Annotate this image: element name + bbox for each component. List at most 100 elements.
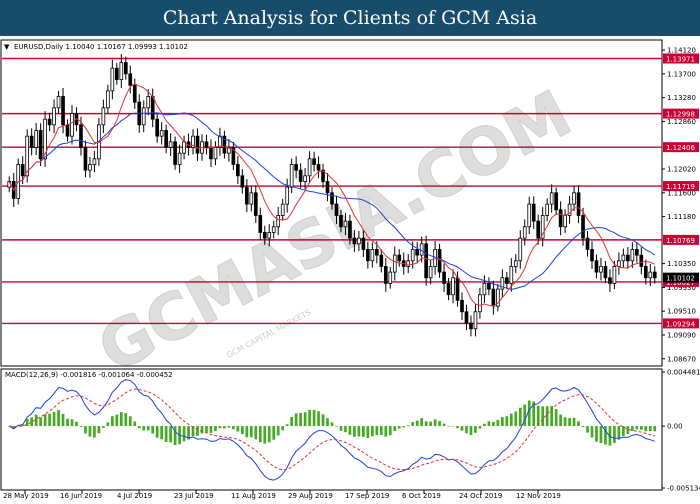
macd-histogram-bar <box>460 426 464 431</box>
candle-body <box>20 164 25 177</box>
macd-histogram-bar <box>119 412 123 427</box>
macd-histogram-bar <box>97 426 101 434</box>
macd-histogram-bar <box>84 426 87 434</box>
macd-histogram-bar <box>371 426 374 437</box>
macd-histogram-bar <box>61 413 65 427</box>
candle-body <box>388 271 393 284</box>
candle-body <box>464 311 469 324</box>
candle-body <box>213 147 218 160</box>
candle-body <box>339 215 343 228</box>
candle-body <box>155 118 160 137</box>
y-tick-label: 1.13280 <box>667 94 696 102</box>
macd-histogram-bar <box>406 425 410 427</box>
macd-histogram-bar <box>442 423 446 427</box>
candle-body <box>549 192 554 205</box>
y-tick-label: 1.10350 <box>667 260 696 268</box>
x-tick-label: 23 Jul 2019 <box>174 492 214 500</box>
candle-body <box>383 266 388 284</box>
candle-body <box>38 130 43 160</box>
macd-histogram-bar <box>465 426 468 434</box>
macd-histogram-bar <box>447 426 450 427</box>
macd-histogram-bar <box>424 421 428 427</box>
macd-histogram-bar <box>52 411 56 427</box>
macd-histogram-bar <box>595 426 598 442</box>
macd-histogram-bar <box>402 426 406 428</box>
candle-body <box>325 181 330 194</box>
candle-body <box>34 130 38 148</box>
candle-body <box>531 203 536 222</box>
candle-body <box>482 283 487 296</box>
macd-histogram-bar <box>505 416 509 427</box>
candle-body <box>209 147 213 160</box>
macd-histogram-bar <box>43 414 47 427</box>
macd-histogram-bar <box>420 418 423 427</box>
macd-histogram-bar <box>48 413 51 427</box>
x-tick-label: 4 Jul 2019 <box>117 492 152 500</box>
candle-body <box>545 203 550 216</box>
candle-body <box>487 283 491 290</box>
x-tick-label: 28 May 2019 <box>3 492 49 500</box>
macd-histogram-bar <box>133 421 137 427</box>
macd-histogram-bar <box>227 426 231 428</box>
candle-body <box>150 96 155 120</box>
macd-histogram-bar <box>196 426 199 436</box>
candle-body <box>581 215 585 239</box>
x-tick-label: 11 Aug 2019 <box>231 492 276 500</box>
macd-histogram-bar <box>124 413 128 427</box>
triangle-down-icon: ▼ <box>4 43 10 51</box>
macd-histogram-bar <box>57 410 60 427</box>
macd-histogram-bar <box>559 414 562 427</box>
macd-histogram-bar <box>541 406 545 427</box>
macd-histogram-bar <box>545 406 549 427</box>
macd-histogram-bar <box>554 409 558 427</box>
current-price-label: 1.10102 <box>666 275 695 283</box>
macd-histogram-bar <box>496 419 500 427</box>
candle-body <box>460 300 464 313</box>
macd-histogram-bar <box>429 421 432 427</box>
macd-histogram-bar <box>254 426 258 440</box>
candle-body <box>634 249 639 256</box>
macd-histogram-bar <box>30 417 33 427</box>
candle-body <box>576 192 581 216</box>
macd-histogram-bar <box>164 426 168 443</box>
candle-body <box>79 124 83 148</box>
candle-body <box>406 260 411 267</box>
candle-body <box>504 277 509 284</box>
candle-body <box>70 113 74 137</box>
candle-body <box>312 158 316 165</box>
candle-body <box>612 266 617 284</box>
macd-histogram-bar <box>232 426 235 430</box>
macd-histogram-bar <box>70 419 74 427</box>
macd-histogram-bar <box>218 426 222 429</box>
macd-histogram-bar <box>317 411 320 427</box>
macd-histogram-bar <box>581 426 585 428</box>
candle-body <box>522 226 527 239</box>
macd-histogram-bar <box>375 426 379 436</box>
candle-body <box>173 141 177 165</box>
macd-histogram-bar <box>613 426 616 443</box>
macd-y-tick-label: -0.005134 <box>667 485 700 493</box>
macd-histogram-bar <box>267 426 271 443</box>
macd-histogram-bar <box>191 426 195 437</box>
candle-body <box>630 249 635 262</box>
macd-histogram-bar <box>348 426 352 435</box>
candle-body <box>168 141 173 148</box>
macd-histogram-bar <box>344 426 347 433</box>
candle-body <box>585 237 590 250</box>
macd-histogram-bar <box>644 426 648 432</box>
candle-body <box>262 232 267 239</box>
candle-body <box>29 135 34 148</box>
candle-body <box>451 277 455 296</box>
macd-histogram-bar <box>106 422 110 427</box>
macd-histogram-bar <box>321 414 325 427</box>
candle-body <box>253 192 258 216</box>
y-tick-label: 1.09510 <box>667 308 696 316</box>
macd-histogram-bar <box>384 426 388 437</box>
macd-histogram-bar <box>492 421 495 427</box>
y-tick-label: 1.09090 <box>667 331 696 339</box>
macd-histogram-bar <box>200 426 204 434</box>
candle-body <box>594 260 599 273</box>
macd-histogram-bar <box>155 426 159 438</box>
x-tick-label: 12 Nov 2019 <box>516 492 561 500</box>
macd-histogram-bar <box>388 426 392 436</box>
